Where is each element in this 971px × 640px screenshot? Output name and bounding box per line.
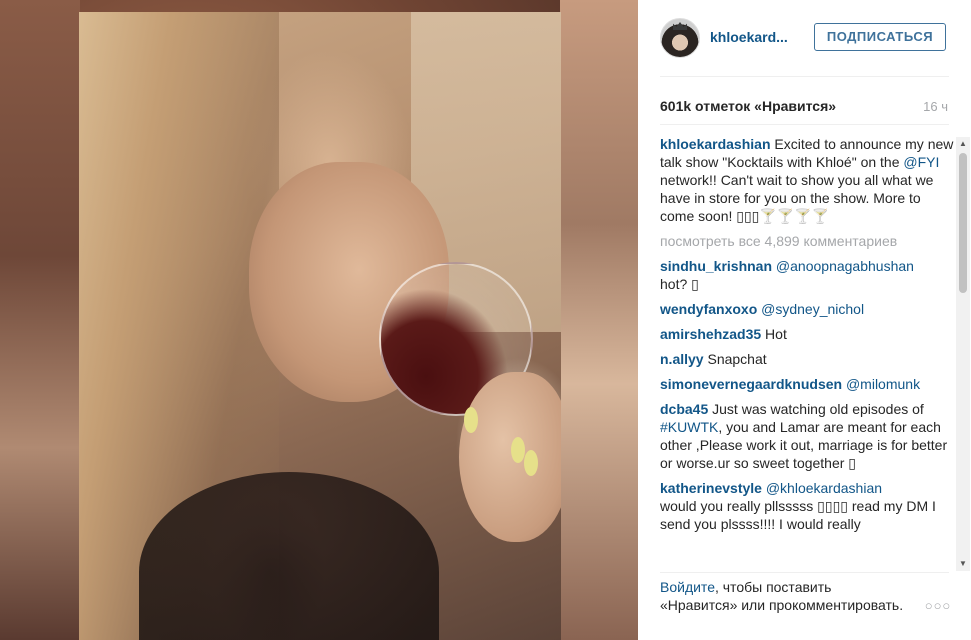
caption: khloekardashian Excited to announce my n… bbox=[660, 135, 955, 225]
post-header: khloekard... ПОДПИСАТЬСЯ bbox=[660, 18, 949, 58]
view-all-comments-link[interactable]: посмотреть все 4,899 комментариев bbox=[660, 232, 955, 250]
follow-button[interactable]: ПОДПИСАТЬСЯ bbox=[814, 23, 946, 51]
footer-divider bbox=[660, 572, 949, 573]
post-timestamp[interactable]: 16 ч bbox=[923, 99, 948, 114]
comment-mention[interactable]: @anoopnagabhushan bbox=[776, 258, 914, 274]
scrollbar-thumb[interactable] bbox=[959, 153, 967, 293]
comment-item: katherinevstyle @khloekardashian would y… bbox=[660, 479, 955, 533]
comment-author[interactable]: sindhu_krishnan bbox=[660, 258, 772, 274]
comment-hashtag[interactable]: #KUWTK bbox=[660, 419, 718, 435]
blurred-background-left bbox=[0, 0, 80, 640]
login-link[interactable]: Войдите bbox=[660, 579, 715, 595]
comment-text: Snapchat bbox=[703, 351, 767, 367]
photo-nail bbox=[524, 450, 538, 476]
comment-author[interactable]: amirshehzad35 bbox=[660, 326, 761, 342]
likes-divider bbox=[660, 124, 949, 125]
username-link[interactable]: khloekard... bbox=[710, 29, 788, 45]
photo-nail bbox=[464, 407, 478, 433]
comment-author[interactable]: wendyfanxoxo bbox=[660, 301, 757, 317]
comment-mention[interactable]: @khloekardashian bbox=[766, 480, 882, 496]
comment-item: wendyfanxoxo @sydney_nichol bbox=[660, 300, 955, 318]
caption-author[interactable]: khloekardashian bbox=[660, 136, 771, 152]
photo-hand bbox=[459, 372, 561, 542]
comment-item: amirshehzad35 Hot bbox=[660, 325, 955, 343]
comment-item: sindhu_krishnan @anoopnagabhushan hot? ▯ bbox=[660, 257, 955, 293]
scroll-down-arrow-icon[interactable]: ▼ bbox=[956, 557, 970, 571]
comment-author[interactable]: katherinevstyle bbox=[660, 480, 762, 496]
post-media-area bbox=[0, 0, 638, 640]
comments-scrollbar[interactable]: ▲ ▼ bbox=[956, 137, 970, 571]
comment-item: simonevernegaardknudsen @milomunk bbox=[660, 375, 955, 393]
likes-count[interactable]: 601k отметок «Нравится» bbox=[660, 98, 836, 114]
comment-text: Just was watching old episodes of bbox=[708, 401, 924, 417]
comment-text: hot? ▯ bbox=[660, 276, 699, 292]
caption-mention[interactable]: @FYI bbox=[903, 154, 939, 170]
comment-mention[interactable]: @milomunk bbox=[846, 376, 920, 392]
comment-mention[interactable]: @sydney_nichol bbox=[761, 301, 864, 317]
blurred-background-right bbox=[560, 0, 638, 640]
login-prompt: Войдите, чтобы поставить «Нравится» или … bbox=[660, 578, 910, 614]
avatar[interactable] bbox=[660, 18, 700, 58]
comment-author[interactable]: simonevernegaardknudsen bbox=[660, 376, 842, 392]
comment-text: Hot bbox=[761, 326, 787, 342]
comment-item: dcba45 Just was watching old episodes of… bbox=[660, 400, 955, 472]
comment-author[interactable]: n.allyy bbox=[660, 351, 704, 367]
post-photo[interactable] bbox=[79, 12, 561, 640]
header-divider bbox=[660, 76, 949, 77]
comment-author[interactable]: dcba45 bbox=[660, 401, 708, 417]
more-options-button[interactable]: ○○○ bbox=[923, 599, 953, 613]
comment-text: would you really pllsssss ▯▯▯▯ read my D… bbox=[660, 498, 936, 532]
comment-item: n.allyy Snapchat bbox=[660, 350, 955, 368]
scroll-up-arrow-icon[interactable]: ▲ bbox=[956, 137, 970, 151]
photo-nail bbox=[511, 437, 525, 463]
crown-icon bbox=[673, 22, 687, 30]
caption-text-2: network!! Can't wait to show you all wha… bbox=[660, 172, 934, 224]
post-sidebar: khloekard... ПОДПИСАТЬСЯ 601k отметок «Н… bbox=[638, 0, 971, 640]
comments-list[interactable]: khloekardashian Excited to announce my n… bbox=[660, 135, 955, 569]
